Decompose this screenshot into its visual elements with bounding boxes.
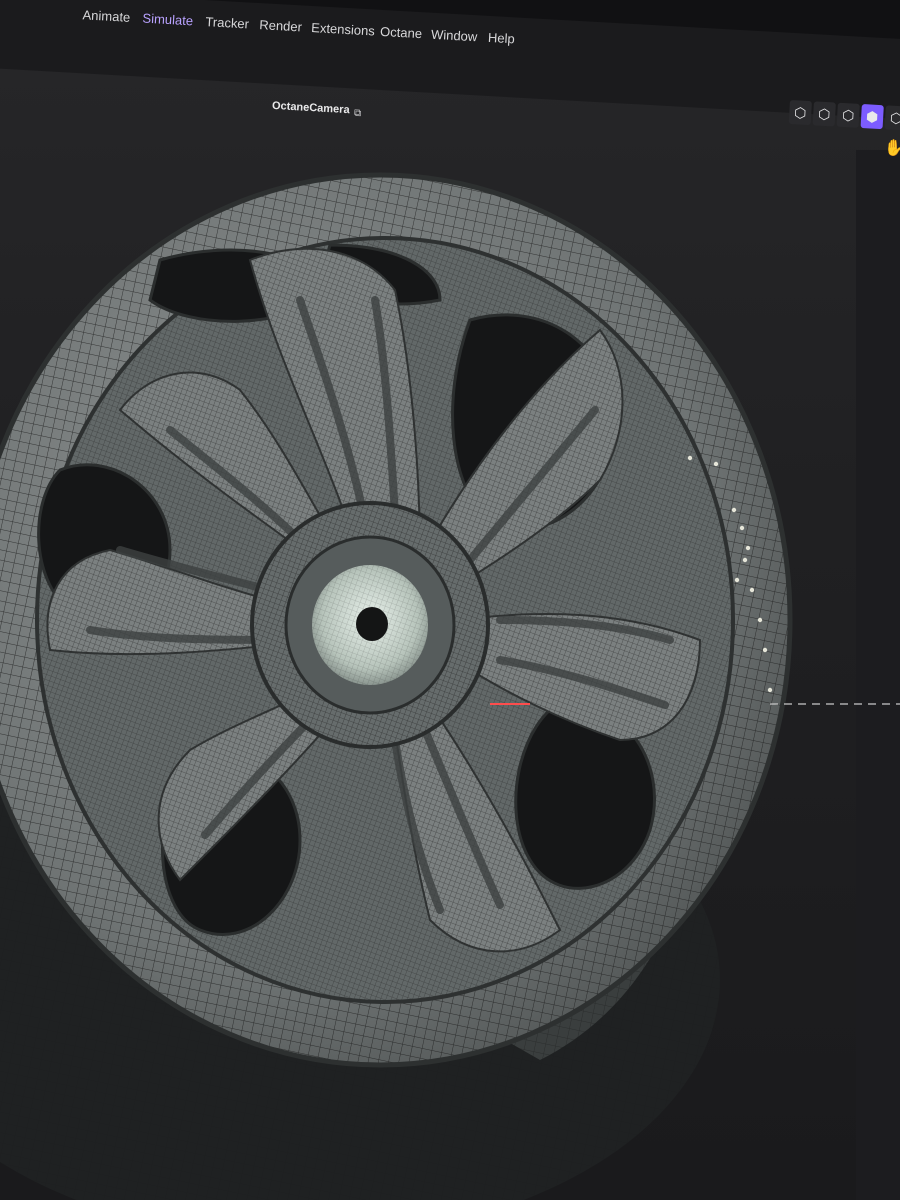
- menu-item-render[interactable]: Render: [259, 17, 302, 34]
- cube-side-icon[interactable]: ⬡: [812, 101, 836, 127]
- cube-perspective-icon[interactable]: ⬢: [860, 104, 884, 130]
- menu-item-octane[interactable]: Octane: [380, 24, 423, 41]
- cube-front-icon[interactable]: ⬡: [788, 100, 812, 126]
- menu-item-window[interactable]: Window: [431, 27, 478, 45]
- menu-item-animate[interactable]: Animate: [82, 7, 130, 25]
- menu-item-simulate[interactable]: Simulate: [142, 11, 193, 29]
- wheel-hub: [250, 501, 490, 749]
- cube-extra-icon[interactable]: ⬡: [884, 105, 900, 131]
- hand-icon[interactable]: ✋: [884, 138, 900, 158]
- camera-lock-icon[interactable]: ⧉: [354, 108, 362, 119]
- wheel-model[interactable]: [0, 0, 900, 1200]
- menu-item-help[interactable]: Help: [488, 30, 516, 46]
- cube-top-icon[interactable]: ⬡: [836, 102, 860, 128]
- cinema4d-window: Animate Simulate Tracker Render Extensio…: [0, 0, 900, 1200]
- menu-item-tracker[interactable]: Tracker: [205, 14, 249, 31]
- menu-item-extensions[interactable]: Extensions: [311, 20, 375, 39]
